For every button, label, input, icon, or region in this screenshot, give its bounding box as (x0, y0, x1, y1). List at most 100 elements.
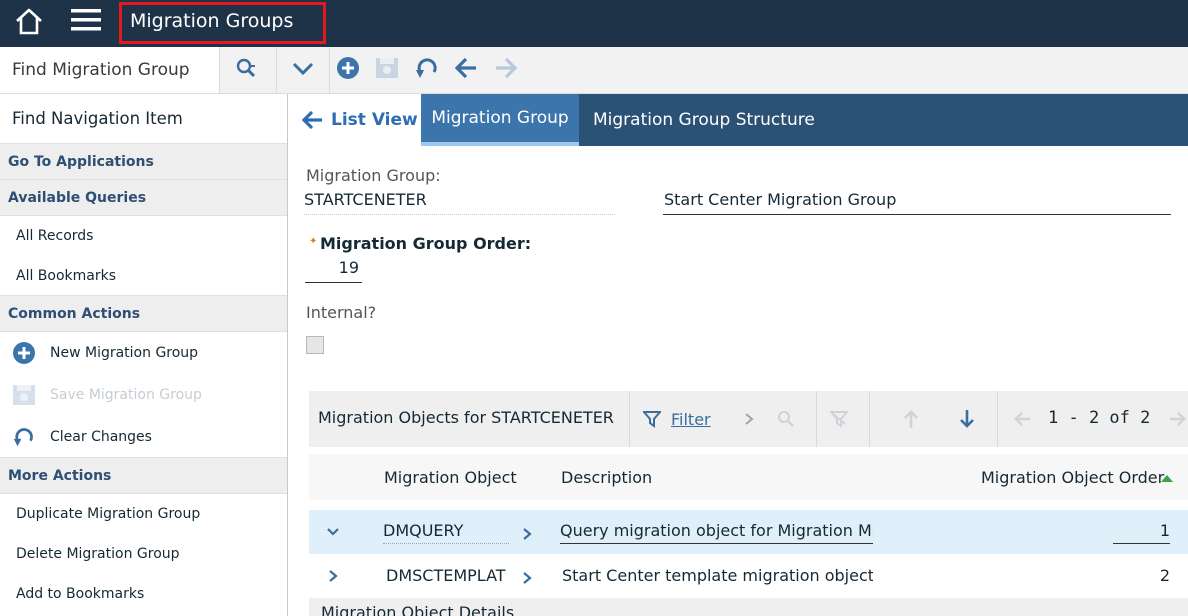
go-to-migration-object-button[interactable] (519, 524, 535, 544)
action-label: Save Migration Group (50, 387, 202, 403)
navigation-sidebar: Find Navigation Item Go To Applications … (0, 94, 288, 616)
main-content: Migration Group: STARTCENETER Start Cent… (289, 146, 1188, 616)
clear-changes-button[interactable] (413, 47, 441, 93)
app-title: Migration Groups (130, 10, 294, 32)
tab-bar: List View Migration Group Migration Grou… (289, 94, 1188, 146)
filter-button[interactable]: Filter (643, 391, 753, 447)
home-icon[interactable] (14, 6, 44, 36)
clear-filter-icon (830, 410, 848, 428)
go-to-migration-object-button[interactable] (519, 568, 535, 588)
more-actions-header[interactable]: More Actions (0, 458, 287, 494)
pagination-status: 1 - 2 of 2 (1048, 408, 1151, 428)
migration-group-field[interactable]: STARTCENETER (304, 190, 427, 209)
tab-list-view[interactable]: List View (289, 94, 421, 146)
add-circle-icon (336, 56, 360, 84)
action-new-migration-group[interactable]: New Migration Group (0, 332, 287, 374)
action-duplicate-migration-group[interactable]: Duplicate Migration Group (0, 494, 287, 534)
chevron-right-icon (328, 569, 338, 583)
table-search-button[interactable] (773, 391, 799, 447)
clear-filter-button[interactable] (825, 391, 853, 447)
migration-object-cell: DMSCTEMPLAT (386, 566, 506, 585)
action-add-to-bookmarks[interactable]: Add to Bookmarks (0, 574, 287, 614)
action-label: New Migration Group (50, 345, 199, 361)
column-migration-object[interactable]: Migration Object (384, 468, 517, 487)
go-to-applications-header[interactable]: Go To Applications (0, 144, 287, 180)
action-delete-migration-group[interactable]: Delete Migration Group (0, 534, 287, 574)
table-toolbar: Migration Objects for STARTCENETER Filte… (309, 391, 1188, 447)
top-bar: Migration Groups (0, 0, 1188, 47)
table-header: Migration Object Description Migration O… (309, 454, 1188, 500)
migration-group-order-label: Migration Group Order: (320, 234, 532, 253)
move-down-button[interactable] (954, 391, 980, 447)
chevron-right-icon (744, 412, 754, 426)
action-label: Clear Changes (50, 428, 152, 445)
expand-filter-button[interactable] (739, 391, 759, 447)
save-icon (375, 56, 399, 84)
new-record-button[interactable] (334, 47, 362, 93)
save-record-button[interactable] (373, 47, 401, 93)
save-icon (12, 383, 36, 407)
next-record-button[interactable] (492, 47, 520, 93)
arrow-left-icon (454, 57, 478, 83)
toolbar (0, 47, 1188, 94)
filter-icon (643, 410, 661, 428)
search-button[interactable] (221, 47, 271, 93)
collapse-row-button[interactable] (323, 522, 343, 542)
action-save-migration-group[interactable]: Save Migration Group (0, 374, 287, 416)
migration-group-description-field[interactable]: Start Center Migration Group (664, 190, 896, 209)
migration-group-order-field[interactable]: 19 (305, 258, 361, 277)
internal-checkbox[interactable] (306, 336, 324, 354)
arrow-down-icon (959, 409, 975, 429)
chevron-right-icon (522, 571, 532, 585)
tab-list-view-label: List View (331, 110, 418, 130)
table-title: Migration Objects for STARTCENETER (318, 408, 614, 427)
search-icon (235, 57, 257, 83)
internal-label: Internal? (306, 303, 377, 322)
tab-migration-group-structure[interactable]: Migration Group Structure (579, 94, 839, 146)
details-section-header[interactable]: Migration Object Details (309, 598, 1188, 616)
column-migration-object-order[interactable]: Migration Object Order (981, 468, 1164, 487)
find-navigation-item[interactable]: Find Navigation Item (0, 94, 287, 144)
undo-icon (414, 56, 440, 84)
expand-row-button[interactable] (323, 566, 343, 586)
arrow-right-icon (494, 57, 518, 83)
order-cell: 2 (1159, 566, 1170, 585)
arrow-right-icon (1169, 411, 1187, 427)
sort-ascending-icon (1161, 474, 1173, 482)
table-row[interactable]: DMSCTEMPLAT Start Center template migrat… (309, 554, 1188, 598)
add-circle-icon (12, 341, 36, 365)
chevron-right-icon (522, 527, 532, 541)
previous-record-button[interactable] (452, 47, 480, 93)
description-cell[interactable]: Query migration object for Migration Ma (560, 521, 873, 544)
previous-page-button[interactable] (1009, 391, 1035, 447)
query-all-records[interactable]: All Records (0, 216, 287, 256)
column-description[interactable]: Description (561, 468, 652, 487)
search-icon (777, 410, 795, 428)
required-indicator-icon: ✦ (309, 236, 318, 247)
query-all-bookmarks[interactable]: All Bookmarks (0, 256, 287, 296)
tab-migration-group[interactable]: Migration Group (421, 94, 579, 146)
next-page-button[interactable] (1167, 391, 1188, 447)
chevron-down-icon (326, 527, 340, 537)
find-record-input[interactable] (0, 47, 219, 93)
action-clear-changes[interactable]: Clear Changes (0, 416, 287, 458)
move-up-button[interactable] (898, 391, 924, 447)
migration-group-label: Migration Group: (306, 166, 441, 185)
details-section-label: Migration Object Details (321, 603, 515, 616)
back-arrow-icon (301, 110, 323, 130)
arrow-up-icon (903, 409, 919, 429)
find-record-box (0, 47, 220, 93)
undo-icon (12, 425, 36, 449)
common-actions-header[interactable]: Common Actions (0, 296, 287, 332)
available-queries-header[interactable]: Available Queries (0, 180, 287, 216)
description-cell: Start Center template migration object f (562, 566, 873, 585)
migration-object-cell[interactable]: DMQUERY (383, 521, 509, 544)
chevron-down-icon (292, 61, 314, 80)
arrow-left-icon (1013, 411, 1031, 427)
table-row[interactable]: DMQUERY Query migration object for Migra… (309, 510, 1188, 554)
app-title-highlight: Migration Groups (119, 2, 326, 44)
hamburger-menu-icon[interactable] (70, 6, 102, 34)
search-options-button[interactable] (280, 47, 326, 93)
order-cell[interactable]: 1 (1113, 521, 1170, 544)
filter-label: Filter (671, 409, 711, 429)
